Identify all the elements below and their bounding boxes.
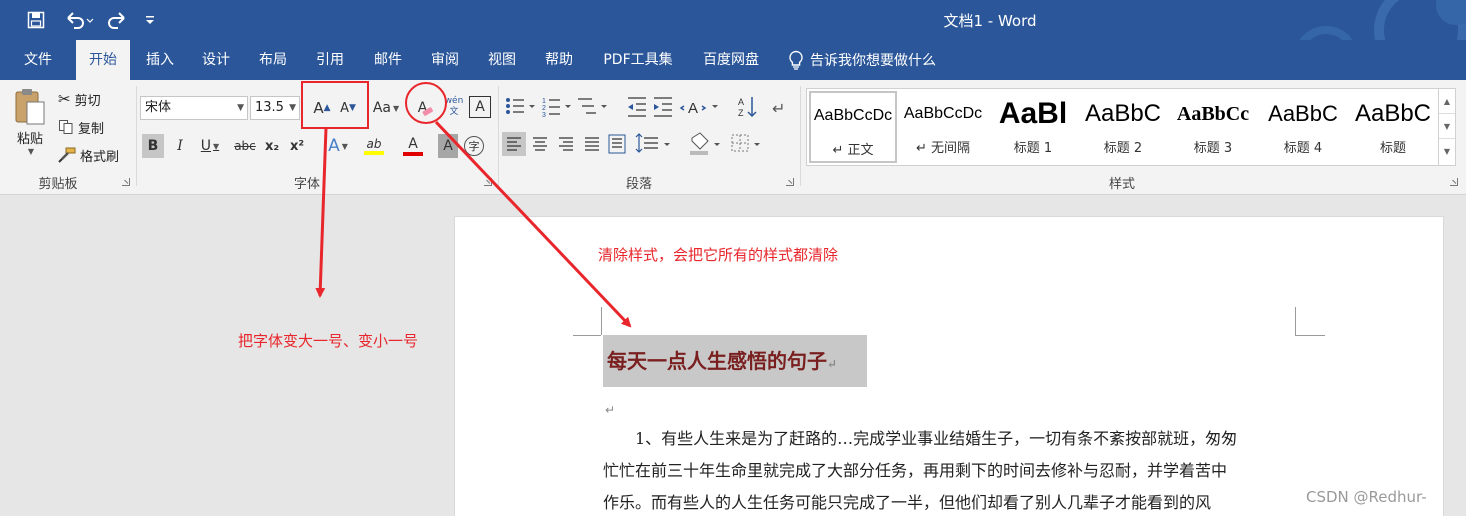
clear-style-highlight-circle xyxy=(405,82,447,124)
font-size-annotation: 把字体变大一号、变小一号 xyxy=(238,332,419,350)
word-window: 文档1 - Word 文件 开始 插入 设计 布局 引用 邮件 审阅 视图 帮助… xyxy=(0,0,1466,516)
watermark: CSDN @Redhur- xyxy=(1306,488,1427,506)
font-size-highlight-box xyxy=(301,81,369,129)
clear-style-annotation: 清除样式，会把它所有的样式都清除 xyxy=(598,246,839,264)
font-size-arrow xyxy=(315,127,328,298)
clear-style-arrow xyxy=(434,120,632,328)
